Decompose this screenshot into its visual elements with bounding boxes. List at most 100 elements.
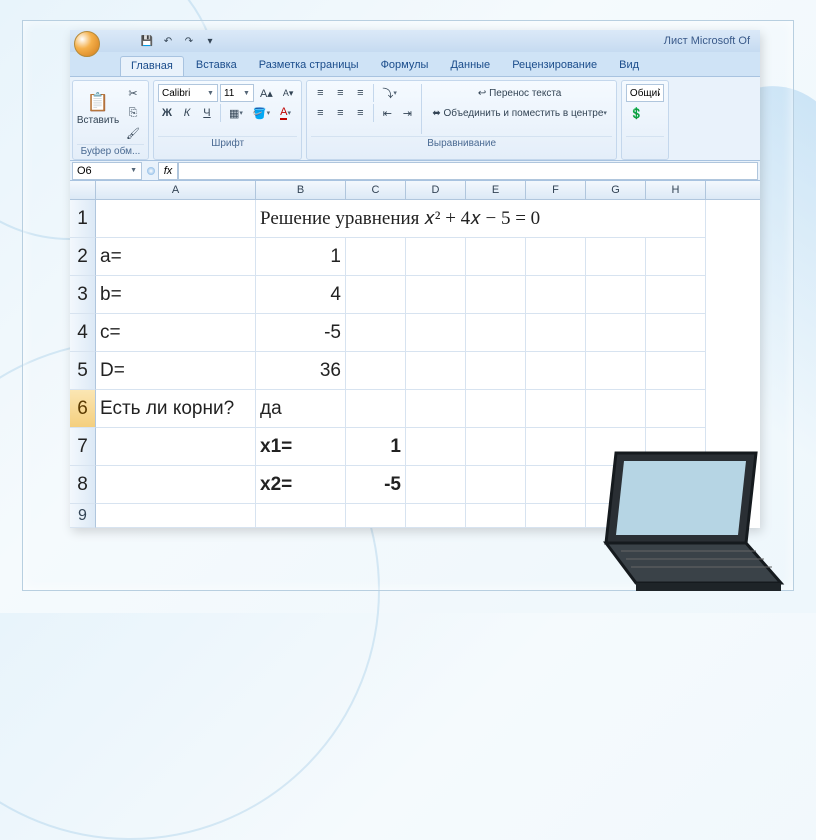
row-header[interactable]: 7 bbox=[70, 428, 96, 466]
align-top-button[interactable]: ≡ bbox=[311, 84, 329, 102]
col-header-G[interactable]: G bbox=[586, 181, 646, 199]
cell[interactable] bbox=[586, 314, 646, 352]
cell-A6[interactable]: Есть ли корни? bbox=[96, 390, 256, 428]
cut-button[interactable]: ✂ bbox=[122, 84, 144, 102]
align-left-button[interactable]: ≡ bbox=[311, 104, 329, 122]
cell[interactable] bbox=[96, 428, 256, 466]
align-right-button[interactable]: ≡ bbox=[351, 104, 369, 122]
increase-indent-button[interactable]: ⇥ bbox=[398, 104, 416, 122]
col-header-F[interactable]: F bbox=[526, 181, 586, 199]
font-size-combo[interactable]: 11▼ bbox=[220, 84, 254, 102]
cell-A3[interactable]: b= bbox=[96, 276, 256, 314]
row-header[interactable]: 6 bbox=[70, 390, 96, 428]
cell[interactable] bbox=[466, 238, 526, 276]
align-middle-button[interactable]: ≡ bbox=[331, 84, 349, 102]
font-color-button[interactable]: A▾ bbox=[276, 104, 295, 122]
cell[interactable] bbox=[466, 390, 526, 428]
tab-view[interactable]: Вид bbox=[609, 56, 649, 76]
cell[interactable] bbox=[526, 390, 586, 428]
cell-B3[interactable]: 4 bbox=[256, 276, 346, 314]
cell[interactable] bbox=[526, 428, 586, 466]
cell[interactable] bbox=[406, 314, 466, 352]
decrease-indent-button[interactable]: ⇤ bbox=[378, 104, 396, 122]
cell[interactable] bbox=[406, 466, 466, 504]
grow-font-button[interactable]: A▴ bbox=[256, 84, 277, 102]
cell[interactable] bbox=[526, 352, 586, 390]
cell[interactable] bbox=[526, 314, 586, 352]
col-header-H[interactable]: H bbox=[646, 181, 706, 199]
italic-button[interactable]: К bbox=[178, 104, 196, 122]
cell[interactable] bbox=[586, 390, 646, 428]
tab-review[interactable]: Рецензирование bbox=[502, 56, 607, 76]
fx-button[interactable]: fx bbox=[158, 162, 178, 180]
cell[interactable] bbox=[646, 276, 706, 314]
cell[interactable] bbox=[96, 504, 256, 528]
cell[interactable] bbox=[346, 314, 406, 352]
align-bottom-button[interactable]: ≡ bbox=[351, 84, 369, 102]
cell[interactable] bbox=[406, 390, 466, 428]
borders-button[interactable]: ▦▾ bbox=[225, 104, 247, 122]
office-button[interactable] bbox=[74, 31, 100, 57]
cell[interactable] bbox=[406, 276, 466, 314]
cell[interactable] bbox=[346, 238, 406, 276]
copy-button[interactable]: ⎘ bbox=[122, 104, 144, 122]
orientation-button[interactable]: ⤵▾ bbox=[378, 84, 401, 102]
cell-B8[interactable]: x2= bbox=[256, 466, 346, 504]
cell-A1[interactable] bbox=[96, 200, 256, 238]
cell[interactable] bbox=[646, 238, 706, 276]
format-painter-button[interactable]: 🖌 bbox=[122, 124, 144, 142]
cell[interactable] bbox=[96, 466, 256, 504]
row-header[interactable]: 5 bbox=[70, 352, 96, 390]
cell[interactable] bbox=[526, 276, 586, 314]
paste-button[interactable]: 📋 Вставить bbox=[77, 84, 119, 134]
cell[interactable] bbox=[406, 238, 466, 276]
cell[interactable] bbox=[346, 504, 406, 528]
cell[interactable] bbox=[586, 238, 646, 276]
row-header[interactable]: 4 bbox=[70, 314, 96, 352]
cell[interactable] bbox=[466, 352, 526, 390]
cell[interactable] bbox=[646, 390, 706, 428]
bold-button[interactable]: Ж bbox=[158, 104, 176, 122]
cell-A5[interactable]: D= bbox=[96, 352, 256, 390]
cell[interactable] bbox=[526, 238, 586, 276]
cell[interactable] bbox=[646, 352, 706, 390]
cell-A2[interactable]: a= bbox=[96, 238, 256, 276]
col-header-A[interactable]: A bbox=[96, 181, 256, 199]
cell-B1[interactable]: Решение уравнения 𝑥² + 4𝑥 − 5 = 0 bbox=[256, 200, 706, 238]
tab-insert[interactable]: Вставка bbox=[186, 56, 247, 76]
cell[interactable] bbox=[406, 352, 466, 390]
cell[interactable] bbox=[466, 504, 526, 528]
cell[interactable] bbox=[466, 314, 526, 352]
cell[interactable] bbox=[466, 276, 526, 314]
align-center-button[interactable]: ≡ bbox=[331, 104, 349, 122]
cell[interactable] bbox=[586, 276, 646, 314]
merge-center-button[interactable]: ⬌ Объединить и поместить в центре▾ bbox=[427, 104, 612, 122]
formula-bar[interactable] bbox=[178, 162, 758, 180]
col-header-E[interactable]: E bbox=[466, 181, 526, 199]
cell[interactable] bbox=[346, 390, 406, 428]
cell[interactable] bbox=[526, 504, 586, 528]
cell[interactable] bbox=[526, 466, 586, 504]
number-format-combo[interactable]: Общий bbox=[626, 84, 664, 102]
cell-B5[interactable]: 36 bbox=[256, 352, 346, 390]
cell-A4[interactable]: c= bbox=[96, 314, 256, 352]
cell[interactable] bbox=[406, 504, 466, 528]
cancel-icon[interactable] bbox=[147, 167, 155, 175]
cell[interactable] bbox=[256, 504, 346, 528]
undo-icon[interactable]: ↶ bbox=[159, 33, 177, 49]
name-box[interactable]: O6 ▼ bbox=[72, 162, 142, 180]
tab-page-layout[interactable]: Разметка страницы bbox=[249, 56, 369, 76]
fill-color-button[interactable]: 🪣▾ bbox=[249, 104, 274, 122]
tab-data[interactable]: Данные bbox=[440, 56, 500, 76]
cell-B4[interactable]: -5 bbox=[256, 314, 346, 352]
redo-icon[interactable]: ↷ bbox=[180, 33, 198, 49]
row-header[interactable]: 1 bbox=[70, 200, 96, 238]
cell-B7[interactable]: x1= bbox=[256, 428, 346, 466]
tab-formulas[interactable]: Формулы bbox=[371, 56, 439, 76]
cell-B2[interactable]: 1 bbox=[256, 238, 346, 276]
cell-C7[interactable]: 1 bbox=[346, 428, 406, 466]
row-header[interactable]: 8 bbox=[70, 466, 96, 504]
row-header[interactable]: 9 bbox=[70, 504, 96, 528]
select-all-corner[interactable] bbox=[70, 181, 96, 199]
col-header-B[interactable]: B bbox=[256, 181, 346, 199]
